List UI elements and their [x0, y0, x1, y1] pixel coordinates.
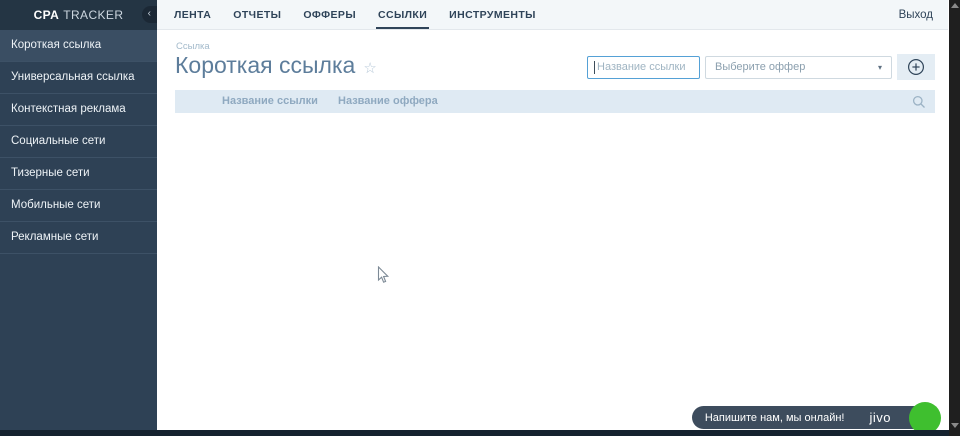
offer-select-value: Выберите оффер: [715, 61, 806, 73]
sidebar-item-label: Контекстная реклама: [11, 103, 126, 115]
brand-logo-bold: CPA: [33, 8, 60, 22]
tab-label: ОТЧЕТЫ: [233, 9, 282, 21]
tab-tools[interactable]: ИНСТРУМЕНТЫ: [438, 0, 547, 29]
tab-offers[interactable]: ОФФЕРЫ: [292, 0, 367, 29]
chat-pill[interactable]: Напишите нам, мы онлайн! jivo: [691, 402, 941, 434]
sidebar-item-teaser-networks[interactable]: Тизерные сети: [0, 158, 157, 190]
scrollbar-up-arrow-icon[interactable]: [951, 3, 959, 8]
tab-label: ИНСТРУМЕНТЫ: [449, 9, 536, 21]
sidebar-item-contextual-ads[interactable]: Контекстная реклама: [0, 94, 157, 126]
sidebar-item-label: Мобильные сети: [11, 199, 101, 211]
sidebar-item-universal-link[interactable]: Универсальная ссылка: [0, 62, 157, 94]
chevron-left-icon: ‹: [147, 8, 152, 19]
tab-feed[interactable]: ЛЕНТА: [163, 0, 222, 29]
sidebar-item-label: Универсальная ссылка: [11, 71, 135, 83]
top-navigation: ЛЕНТА ОТЧЕТЫ ОФФЕРЫ ССЫЛКИ ИНСТРУМЕНТЫ В…: [157, 0, 948, 30]
tab-label: ОФФЕРЫ: [303, 9, 356, 21]
sidebar-item-social-networks[interactable]: Социальные сети: [0, 126, 157, 158]
breadcrumb: Ссылка: [176, 41, 210, 52]
tab-label: ССЫЛКИ: [378, 9, 428, 21]
column-header-link-name[interactable]: Название ссылки: [222, 90, 318, 113]
chevron-down-icon: ▾: [877, 62, 882, 72]
link-name-input[interactable]: [587, 55, 700, 79]
table-header: Название ссылки Название оффера: [175, 90, 935, 113]
vertical-scrollbar[interactable]: [949, 0, 960, 436]
window-bottom-bar: [0, 430, 960, 436]
logout-link[interactable]: Выход: [899, 0, 948, 29]
search-icon[interactable]: [912, 95, 926, 114]
chat-message: Напишите нам, мы онлайн!: [704, 411, 845, 424]
offer-select-dropdown[interactable]: Выберите оффер ▾: [705, 55, 892, 79]
main-content: Ссылка Короткая ссылка ☆ Выберите оффер …: [157, 31, 948, 430]
sidebar-item-label: Рекламные сети: [11, 231, 99, 243]
sidebar-item-label: Тизерные сети: [11, 167, 90, 179]
sidebar-item-short-link[interactable]: Короткая ссылка: [0, 30, 157, 62]
sidebar: CPA TRACKER ‹ Короткая ссылка Универсаль…: [0, 0, 157, 430]
chat-widget[interactable]: Напишите нам, мы онлайн! jivo: [691, 402, 941, 434]
brand-logo-rest: TRACKER: [63, 8, 124, 22]
jivo-logo: jivo: [869, 410, 891, 425]
sidebar-collapse-button[interactable]: ‹: [142, 6, 157, 23]
scrollbar-down-arrow-icon[interactable]: [951, 423, 959, 428]
tab-links[interactable]: ССЫЛКИ: [367, 0, 438, 29]
text-caret: [594, 60, 595, 74]
filter-controls: Выберите оффер ▾: [587, 54, 935, 80]
add-link-button[interactable]: [897, 54, 935, 80]
column-header-offer-name[interactable]: Название оффера: [338, 90, 438, 113]
plus-circle-icon: [907, 58, 925, 76]
app-window: CPA TRACKER ‹ Короткая ссылка Универсаль…: [0, 0, 960, 436]
sidebar-header: CPA TRACKER ‹: [0, 0, 157, 30]
sidebar-item-ad-networks[interactable]: Рекламные сети: [0, 222, 157, 254]
sidebar-item-label: Социальные сети: [11, 135, 106, 147]
tab-label: ЛЕНТА: [174, 9, 212, 21]
sidebar-item-label: Короткая ссылка: [11, 39, 102, 51]
tab-reports[interactable]: ОТЧЕТЫ: [222, 0, 292, 29]
favorite-star-icon[interactable]: ☆: [363, 59, 376, 77]
page-title: Короткая ссылка: [175, 52, 356, 78]
sidebar-item-mobile-networks[interactable]: Мобильные сети: [0, 190, 157, 222]
